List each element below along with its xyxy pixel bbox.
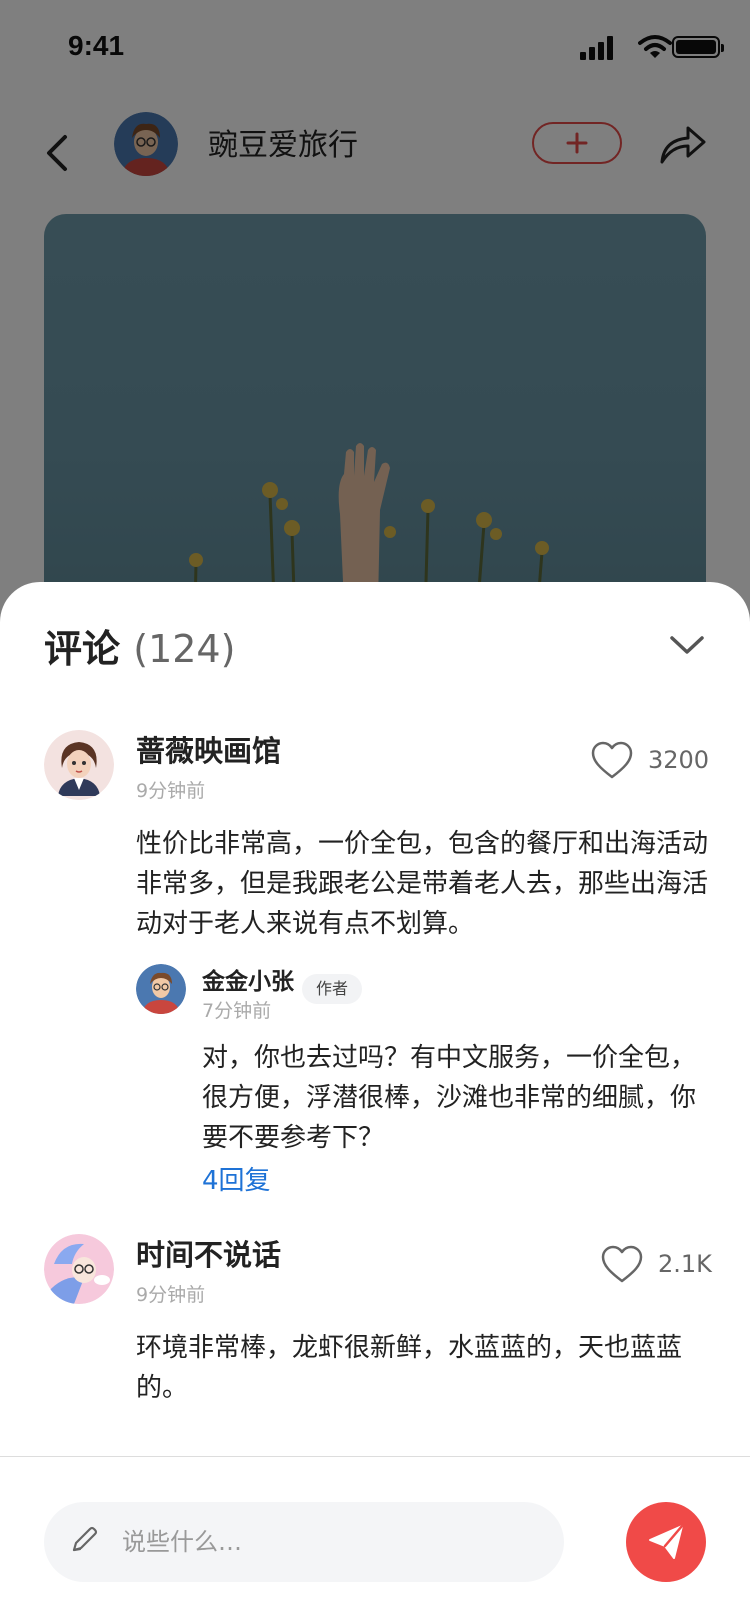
collapse-button[interactable] <box>664 622 710 668</box>
commenter-name[interactable]: 时间不说话 <box>136 1232 281 1274</box>
heart-icon <box>591 741 633 779</box>
chevron-down-icon <box>670 636 704 654</box>
commenter-avatar[interactable] <box>44 730 114 800</box>
comments-count: (124) <box>133 627 236 671</box>
composer-divider <box>0 1456 750 1457</box>
reply-time: 7分钟前 <box>202 1000 272 1022</box>
comments-title: 评论 (124) <box>44 618 235 673</box>
like-count: 2.1K <box>658 1250 712 1278</box>
comment-text: 性价比非常高，一价全包，包含的餐厅和出海活动非常多，但是我跟老公是带着老人去，那… <box>136 829 709 939</box>
replier-avatar[interactable] <box>136 964 186 1014</box>
comment-time: 9分钟前 <box>136 1284 206 1306</box>
heart-icon <box>601 1245 643 1283</box>
comments-title-label: 评论 <box>44 627 121 671</box>
send-button[interactable] <box>626 1502 706 1582</box>
screen: 9:41 <box>0 0 750 1624</box>
send-icon <box>649 1524 684 1559</box>
like-button[interactable]: 3200 <box>590 740 709 780</box>
replier-name[interactable]: 金金小张 <box>202 962 294 996</box>
comment-input[interactable] <box>122 1520 522 1564</box>
view-replies-link[interactable]: 4回复 <box>202 1160 271 1197</box>
comments-sheet: 评论 (124) 蔷薇映画馆 9分钟前 3200 性价比非常高，一价全包，包含的… <box>0 582 750 1624</box>
comment-time: 9分钟前 <box>136 780 206 802</box>
commenter-name[interactable]: 蔷薇映画馆 <box>136 728 281 770</box>
like-button[interactable]: 2.1K <box>600 1244 712 1284</box>
author-badge: 作者 <box>302 974 363 1004</box>
comment-input-bar[interactable] <box>44 1502 564 1582</box>
pencil-icon <box>72 1526 98 1552</box>
commenter-avatar[interactable] <box>44 1234 114 1304</box>
like-count: 3200 <box>648 746 710 774</box>
comment-text: 环境非常棒，龙虾很新鲜，水蓝蓝的，天也蓝蓝的。 <box>136 1333 683 1403</box>
reply-text: 对，你也去过吗？有中文服务，一价全包，很方便，浮潜很棒，沙滩也非常的细腻，你要不… <box>202 1043 697 1153</box>
